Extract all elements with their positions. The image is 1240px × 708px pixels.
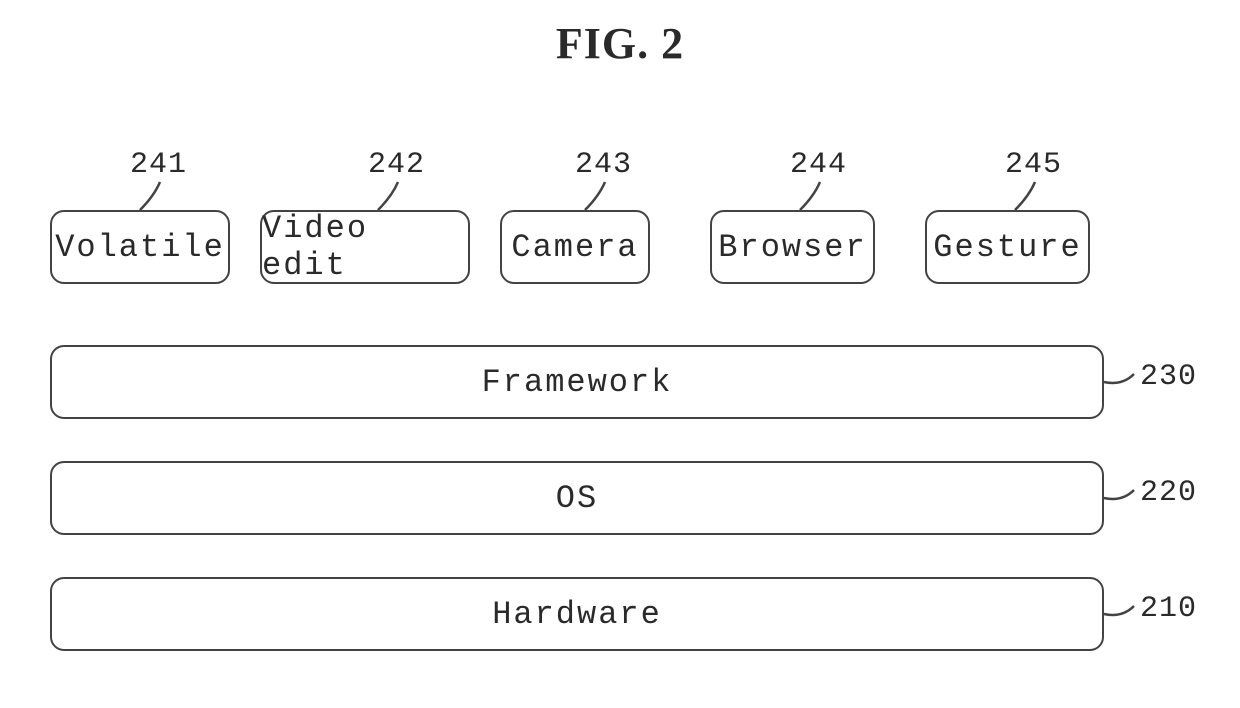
ref-241: 241 xyxy=(130,148,187,182)
module-browser: Browser xyxy=(710,210,875,284)
diagram-canvas: FIG. 2 241 242 243 244 245 Volatile Vide… xyxy=(0,0,1240,708)
layer-framework-label: Framework xyxy=(482,364,673,401)
layer-framework: Framework xyxy=(50,345,1104,419)
module-gesture: Gesture xyxy=(925,210,1090,284)
figure-title: FIG. 2 xyxy=(0,18,1240,69)
layer-os-label: OS xyxy=(556,480,598,517)
module-camera: Camera xyxy=(500,210,650,284)
module-video-edit: Video edit xyxy=(260,210,470,284)
module-gesture-label: Gesture xyxy=(933,229,1081,266)
ref-210: 210 xyxy=(1140,592,1197,626)
ref-245: 245 xyxy=(1005,148,1062,182)
layer-hardware-label: Hardware xyxy=(492,596,662,633)
ref-243: 243 xyxy=(575,148,632,182)
ref-220: 220 xyxy=(1140,476,1197,510)
module-video-edit-label: Video edit xyxy=(262,210,468,284)
ref-244: 244 xyxy=(790,148,847,182)
layer-hardware: Hardware xyxy=(50,577,1104,651)
module-volatile: Volatile xyxy=(50,210,230,284)
module-camera-label: Camera xyxy=(511,229,638,266)
module-browser-label: Browser xyxy=(718,229,866,266)
ref-230: 230 xyxy=(1140,360,1197,394)
ref-242: 242 xyxy=(368,148,425,182)
module-volatile-label: Volatile xyxy=(55,229,225,266)
layer-os: OS xyxy=(50,461,1104,535)
